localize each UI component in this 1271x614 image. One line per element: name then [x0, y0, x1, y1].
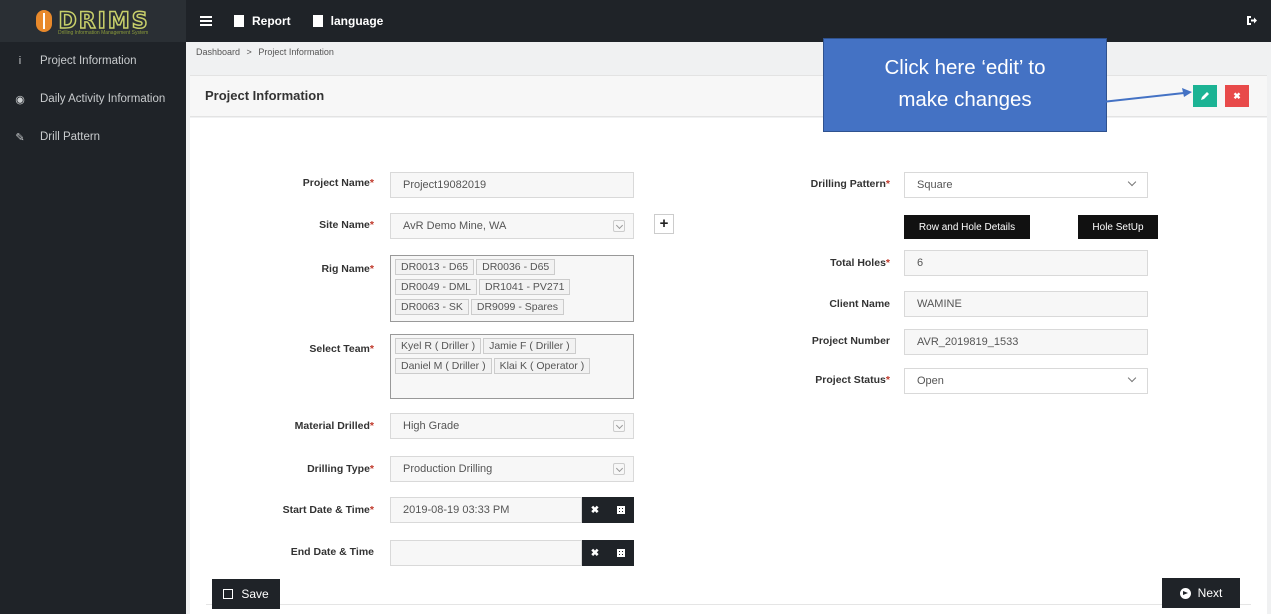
end-datetime-label: End Date & Time	[290, 546, 374, 558]
selected-tag[interactable]: Klai K ( Operator )	[493, 358, 591, 374]
hole-setup-button[interactable]: Hole SetUp	[1078, 215, 1158, 239]
start-calendar-button[interactable]	[608, 497, 634, 523]
row-hole-details-button[interactable]: Row and Hole Details	[904, 215, 1030, 239]
save-label: Save	[241, 587, 269, 601]
save-button[interactable]: Save	[212, 579, 280, 609]
annotation-arrow	[1101, 88, 1192, 103]
breadcrumb-home[interactable]: Dashboard	[196, 47, 240, 57]
sidebar-item-label: Project Information	[40, 55, 137, 67]
page-title: Project Information	[205, 88, 325, 103]
top-nav: Report language	[200, 0, 405, 42]
annotation-callout: Click here ‘edit’ to make changes	[823, 38, 1107, 132]
client-name-label: Client Name	[829, 298, 890, 310]
sidebar-item-project-information[interactable]: i Project Information	[0, 42, 186, 80]
selected-tag[interactable]: Daniel M ( Driller )	[395, 358, 492, 374]
delete-button[interactable]: ✖	[1225, 85, 1249, 107]
floppy-icon	[223, 589, 234, 599]
chevron-down-icon	[1127, 177, 1137, 187]
close-icon: ✖	[1233, 90, 1241, 101]
selected-tag[interactable]: DR0049 - DML	[395, 279, 478, 295]
pencil-icon	[1201, 91, 1209, 100]
nav-language[interactable]: language	[312, 14, 384, 28]
project-name-label: Project Name*	[302, 177, 374, 189]
next-button[interactable]: Next	[1162, 578, 1240, 608]
selected-tag[interactable]: Jamie F ( Driller )	[483, 338, 576, 354]
plus-icon: +	[659, 215, 669, 232]
close-icon: ✖	[590, 504, 600, 516]
calendar-icon	[617, 506, 625, 514]
project-number-input[interactable]: AVR_2019819_1533	[904, 329, 1148, 355]
menu-toggle[interactable]	[200, 16, 212, 26]
rig-name-label: Rig Name*	[321, 263, 374, 275]
select-team-label: Select Team*	[309, 343, 374, 355]
selected-tag[interactable]: DR1041 - PV271	[479, 279, 571, 295]
leaf-icon	[36, 10, 53, 32]
nav-report-label: Report	[252, 14, 291, 28]
logout-icon[interactable]	[1246, 15, 1257, 26]
sidebar: i Project Information ◉ Daily Activity I…	[0, 42, 186, 614]
chevron-down-icon	[1127, 373, 1137, 383]
nav-report[interactable]: Report	[234, 14, 291, 28]
close-icon: ✖	[590, 547, 600, 559]
sidebar-item-label: Daily Activity Information	[40, 93, 166, 105]
chevron-down-icon	[613, 420, 625, 432]
drilling-pattern-label: Drilling Pattern*	[810, 178, 890, 190]
total-holes-input[interactable]: 6	[904, 250, 1148, 276]
chevron-down-icon	[613, 463, 625, 475]
main-content: Dashboard > Project Information Project …	[186, 42, 1271, 614]
next-label: Next	[1197, 586, 1223, 600]
material-drilled-label: Material Drilled*	[294, 420, 374, 432]
calendar-icon	[617, 549, 625, 557]
breadcrumb: Dashboard > Project Information	[196, 47, 334, 57]
top-bar: DRIMS Drilling Information Management Sy…	[0, 0, 1271, 42]
end-datetime-input[interactable]	[390, 540, 582, 566]
nav-language-label: language	[330, 14, 384, 28]
site-name-select[interactable]: AvR Demo Mine, WA	[390, 213, 634, 239]
add-site-button[interactable]: +	[654, 214, 674, 234]
pencil-icon: ✎	[15, 131, 25, 144]
total-holes-label: Total Holes*	[830, 257, 890, 269]
site-name-label: Site Name*	[319, 219, 374, 231]
clear-start-button[interactable]: ✖	[582, 497, 608, 523]
drilling-type-label: Drilling Type*	[307, 463, 374, 475]
project-number-label: Project Number	[811, 335, 890, 347]
start-datetime-input[interactable]: 2019-08-19 03:33 PM	[390, 497, 582, 523]
clear-end-button[interactable]: ✖	[582, 540, 608, 566]
sidebar-item-daily-activity[interactable]: ◉ Daily Activity Information	[0, 80, 186, 118]
logo-subtitle: Drilling Information Management System	[58, 30, 149, 36]
project-status-select[interactable]: Open	[904, 368, 1148, 394]
project-status-label: Project Status*	[815, 374, 890, 386]
logo[interactable]: DRIMS Drilling Information Management Sy…	[0, 0, 186, 42]
material-drilled-select[interactable]: High Grade	[390, 413, 634, 439]
drilling-pattern-select[interactable]: Square	[904, 172, 1148, 198]
drilling-type-select[interactable]: Production Drilling	[390, 456, 634, 482]
start-datetime-label: Start Date & Time*	[282, 504, 374, 516]
sidebar-item-label: Drill Pattern	[40, 131, 101, 143]
form-divider	[206, 604, 1251, 605]
client-name-input[interactable]: WAMINE	[904, 291, 1148, 317]
selected-tag[interactable]: DR9099 - Spares	[470, 299, 564, 315]
info-icon: i	[18, 55, 22, 67]
breadcrumb-current: Project Information	[258, 47, 334, 57]
rig-name-multiselect[interactable]: DR0013 - D65 DR0036 - D65 DR0049 - DML DR10…	[390, 255, 634, 322]
selected-tag[interactable]: DR0036 - D65	[476, 259, 556, 275]
project-name-input[interactable]: Project19082019	[390, 172, 634, 198]
breadcrumb-separator: >	[246, 47, 252, 57]
project-form: Project Name* Project19082019 Site Name*…	[190, 118, 1267, 614]
document-icon	[312, 15, 323, 27]
selected-tag[interactable]: Kyel R ( Driller )	[395, 338, 482, 354]
annotation-line-1: Click here ‘edit’ to	[884, 56, 1046, 79]
select-team-multiselect[interactable]: Kyel R ( Driller ) Jamie F ( Driller ) Dan…	[390, 334, 634, 399]
menu-icon	[200, 16, 212, 26]
selected-tag[interactable]: DR0063 - SK	[395, 299, 469, 315]
chevron-down-icon	[613, 220, 625, 232]
sidebar-item-drill-pattern[interactable]: ✎ Drill Pattern	[0, 118, 186, 156]
eye-icon: ◉	[15, 93, 25, 106]
document-icon	[234, 15, 244, 27]
arrow-right-circle-icon	[1179, 587, 1191, 599]
selected-tag[interactable]: DR0013 - D65	[395, 259, 475, 275]
end-calendar-button[interactable]	[608, 540, 634, 566]
annotation-line-2: make changes	[898, 88, 1032, 111]
